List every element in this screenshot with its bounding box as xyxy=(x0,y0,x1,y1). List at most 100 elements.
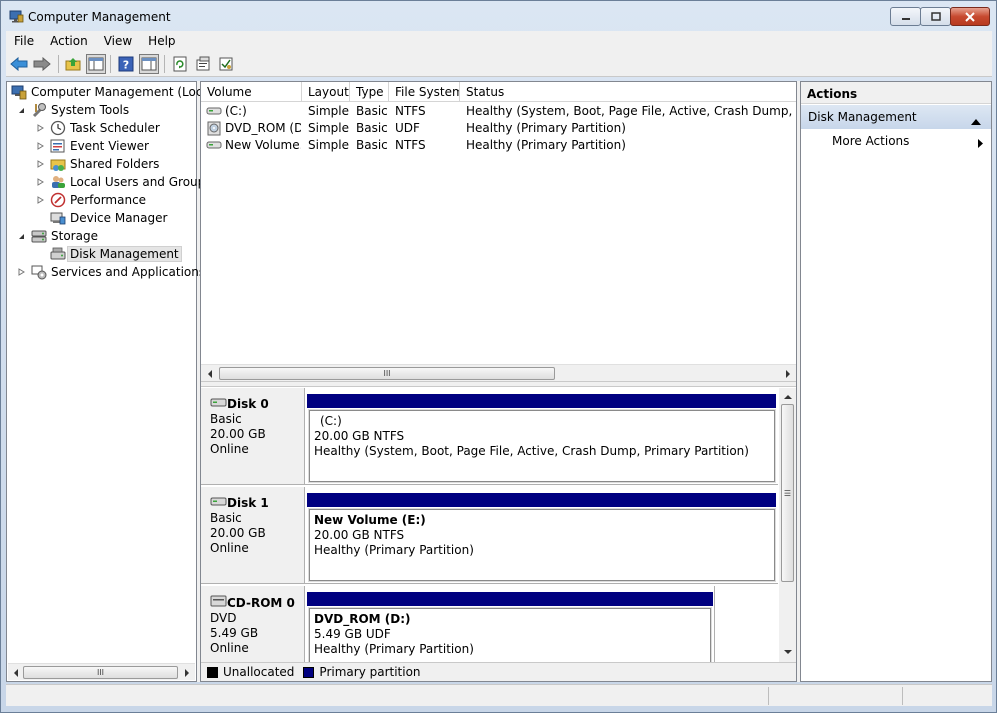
refresh-button[interactable] xyxy=(170,54,190,74)
expand-icon[interactable] xyxy=(17,268,25,276)
volume-name: DVD_ROM (D:) xyxy=(225,121,301,135)
expand-icon[interactable] xyxy=(36,196,44,204)
tree-item-system-tools[interactable]: System Tools xyxy=(17,101,129,119)
collapse-icon[interactable] xyxy=(17,232,25,240)
menu-file[interactable]: File xyxy=(6,32,42,50)
disk-row-cdrom-0[interactable]: CD-ROM 0 DVD 5.49 GB Online DVD_ROM (D:)… xyxy=(201,586,778,662)
expand-icon[interactable] xyxy=(36,124,44,132)
disk-label[interactable]: CD-ROM 0 DVD 5.49 GB Online xyxy=(201,586,305,662)
show-hide-console-tree-button[interactable] xyxy=(86,54,106,74)
help-icon: ? xyxy=(118,56,134,72)
scroll-left-arrow-icon[interactable] xyxy=(205,368,215,379)
disk-check-icon xyxy=(219,57,233,71)
primary-partition-bar xyxy=(307,394,776,408)
computer-management-icon xyxy=(11,84,27,100)
menu-bar: File Action View Help xyxy=(6,31,992,51)
partition-detail: 20.00 GB NTFS xyxy=(314,528,405,542)
disk-size: 20.00 GB xyxy=(210,526,266,540)
expand-icon[interactable] xyxy=(36,160,44,168)
title-bar[interactable]: Computer Management xyxy=(1,1,996,31)
partition-block[interactable]: (C:) 20.00 GB NTFS Healthy (System, Boot… xyxy=(309,410,775,482)
volume-layout: Simple xyxy=(308,138,349,152)
tree-label: Task Scheduler xyxy=(70,121,160,135)
tree-horizontal-scrollbar[interactable]: III xyxy=(8,663,195,680)
expand-icon[interactable] xyxy=(36,142,44,150)
submenu-arrow-icon xyxy=(978,137,983,151)
disk-view-scroll-thumb[interactable]: ☰ xyxy=(781,404,794,582)
expand-icon[interactable] xyxy=(36,178,44,186)
minimize-button[interactable] xyxy=(890,7,921,26)
disk-kind: DVD xyxy=(210,611,237,625)
disk-row-0[interactable]: Disk 0 Basic 20.00 GB Online (C:) 20.00 … xyxy=(201,388,778,485)
pane-splitter[interactable] xyxy=(201,381,796,387)
drive-icon xyxy=(206,137,222,154)
scroll-right-arrow-icon[interactable] xyxy=(182,667,192,678)
disk-settings-button[interactable] xyxy=(216,54,236,74)
column-header-volume[interactable]: Volume xyxy=(201,82,302,102)
menu-view[interactable]: View xyxy=(96,32,140,50)
volume-type: Basic xyxy=(356,138,388,152)
tree-item-local-users-and-groups[interactable]: Local Users and Groups xyxy=(36,173,212,191)
scroll-up-arrow-icon[interactable] xyxy=(783,391,793,402)
tree-label: Services and Applications xyxy=(51,265,206,279)
svg-text:?: ? xyxy=(123,59,129,72)
maximize-button[interactable] xyxy=(920,7,951,26)
menu-action[interactable]: Action xyxy=(42,32,96,50)
disk-row-1[interactable]: Disk 1 Basic 20.00 GB Online New Volume … xyxy=(201,487,778,584)
partition-name: (C:) xyxy=(320,414,342,428)
partition-block[interactable]: New Volume (E:) 20.00 GB NTFS Healthy (P… xyxy=(309,509,775,581)
volume-row[interactable]: DVD_ROM (D:) Simple Basic UDF Healthy (P… xyxy=(201,120,796,137)
disk-label[interactable]: Disk 1 Basic 20.00 GB Online xyxy=(201,487,305,584)
partition-block[interactable]: DVD_ROM (D:) 5.49 GB UDF Healthy (Primar… xyxy=(309,608,711,662)
actions-section-disk-management[interactable]: Disk Management xyxy=(801,105,991,129)
scroll-left-arrow-icon[interactable] xyxy=(11,667,21,678)
close-icon xyxy=(965,11,975,22)
more-actions-item[interactable]: More Actions xyxy=(832,134,990,148)
tree-item-services-and-applications[interactable]: Services and Applications xyxy=(17,263,205,281)
collapse-up-icon[interactable] xyxy=(971,114,981,128)
tree-item-storage[interactable]: Storage xyxy=(17,227,98,245)
event-viewer-icon xyxy=(50,138,66,154)
actions-section-label: Disk Management xyxy=(808,110,917,124)
console-tree: Computer Management (Local System Tools … xyxy=(6,81,213,682)
tree-label: Local Users and Groups xyxy=(70,175,212,189)
tree-item-event-viewer[interactable]: Event Viewer xyxy=(36,137,149,155)
back-arrow-icon xyxy=(10,57,28,71)
column-header-type[interactable]: Type xyxy=(350,82,389,102)
tree-root[interactable]: Computer Management (Local xyxy=(11,83,213,101)
volume-file-system: NTFS xyxy=(395,138,426,152)
scroll-grip: ☰ xyxy=(783,488,792,498)
volume-status: Healthy (System, Boot, Page File, Active… xyxy=(466,104,796,118)
volume-list-horizontal-scrollbar[interactable]: III xyxy=(201,364,796,381)
properties-button[interactable] xyxy=(193,54,213,74)
tree-label: Disk Management xyxy=(67,246,182,262)
volume-row[interactable]: (C:) Simple Basic NTFS Healthy (System, … xyxy=(201,103,796,120)
show-hide-action-pane-button[interactable] xyxy=(139,54,159,74)
disk-view-vertical-scrollbar[interactable]: ☰ xyxy=(779,388,796,662)
forward-button[interactable] xyxy=(32,54,52,74)
drive-icon xyxy=(206,103,222,120)
scroll-right-arrow-icon[interactable] xyxy=(783,368,793,379)
scroll-down-arrow-icon[interactable] xyxy=(783,646,793,657)
tree-item-disk-management[interactable]: Disk Management xyxy=(50,245,182,263)
tree-scroll-thumb[interactable]: III xyxy=(23,666,178,679)
volume-file-system: NTFS xyxy=(395,104,426,118)
column-header-layout[interactable]: Layout xyxy=(302,82,350,102)
main-area: Computer Management (Local System Tools … xyxy=(6,81,992,682)
disk-kind: Basic xyxy=(210,412,242,426)
tree-item-task-scheduler[interactable]: Task Scheduler xyxy=(36,119,160,137)
disk-label[interactable]: Disk 0 Basic 20.00 GB Online xyxy=(201,388,305,485)
tree-item-shared-folders[interactable]: Shared Folders xyxy=(36,155,159,173)
volume-list-scroll-thumb[interactable]: III xyxy=(219,367,555,380)
collapse-icon[interactable] xyxy=(17,106,25,114)
column-header-status[interactable]: Status xyxy=(460,82,796,102)
up-folder-button[interactable] xyxy=(63,54,83,74)
back-button[interactable] xyxy=(9,54,29,74)
volume-row[interactable]: New Volume... Simple Basic NTFS Healthy … xyxy=(201,137,796,154)
tree-item-device-manager[interactable]: Device Manager xyxy=(50,209,167,227)
close-button[interactable] xyxy=(950,7,990,26)
help-button[interactable]: ? xyxy=(116,54,136,74)
column-header-file-system[interactable]: File System xyxy=(389,82,460,102)
menu-help[interactable]: Help xyxy=(140,32,183,50)
tree-item-performance[interactable]: Performance xyxy=(36,191,146,209)
